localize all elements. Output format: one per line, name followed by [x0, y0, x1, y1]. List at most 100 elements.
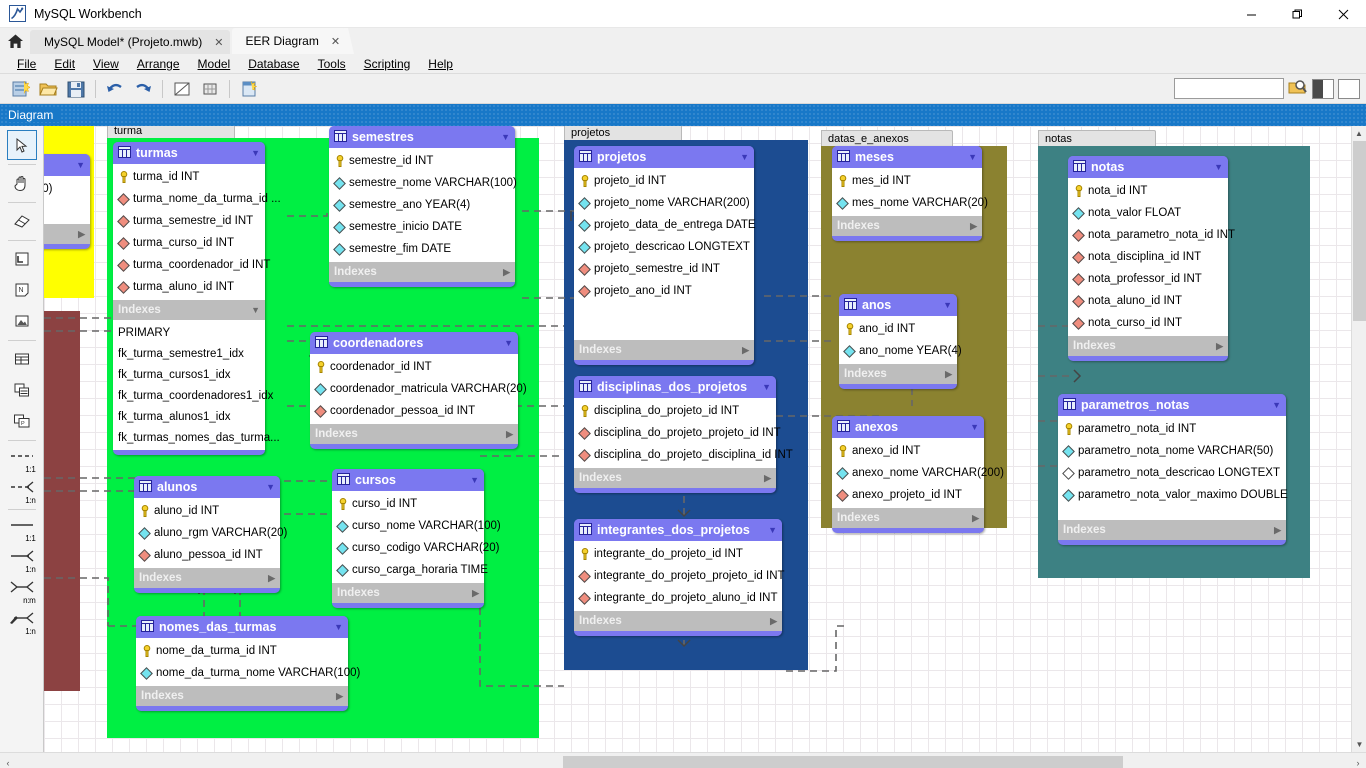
column-row[interactable]: integrante_do_projeto_aluno_id INT	[574, 587, 782, 609]
column-row[interactable]: nota_valor FLOAT	[1068, 202, 1228, 224]
view-tool[interactable]	[7, 375, 37, 405]
chevron-right-icon[interactable]: ▶	[1274, 525, 1281, 536]
column-row[interactable]: semestre_fim DATE	[329, 238, 515, 260]
table-parametros-notas[interactable]: parametros_notas ▼ parametro_nota_id INT…	[1058, 394, 1288, 545]
chevron-right-icon[interactable]: ▶	[78, 229, 85, 240]
save-model-icon[interactable]	[62, 76, 90, 102]
layer-tool[interactable]	[7, 244, 37, 274]
table-header[interactable]: alunos ▼	[134, 476, 280, 498]
indexes-section[interactable]: Indexes ▶	[574, 468, 776, 488]
minimize-button[interactable]	[1228, 0, 1274, 28]
column-row[interactable]: anexo_id INT	[832, 440, 984, 462]
toggle-sidebar-icon[interactable]	[1312, 78, 1334, 99]
indexes-section[interactable]: Indexes ▶	[136, 686, 348, 706]
column-row[interactable]: nome_da_turma_nome VARCHAR(100)	[136, 662, 360, 684]
table-header[interactable]: anos ▼	[839, 294, 957, 316]
pointer-tool[interactable]	[6, 130, 37, 160]
chevron-right-icon[interactable]: ▶	[945, 369, 952, 380]
chevron-down-icon[interactable]: ▼	[968, 152, 977, 162]
tab-mysql-model[interactable]: MySQL Model* (Projeto.mwb) ✕	[30, 30, 230, 54]
column-row[interactable]: curso_codigo VARCHAR(20)	[332, 537, 499, 559]
table-header[interactable]: meses ▼	[832, 146, 982, 168]
column-row[interactable]: nota_curso_id INT	[1068, 312, 1228, 334]
chevron-down-icon[interactable]: ▼	[1272, 400, 1281, 410]
column-row[interactable]: ano_nome YEAR(4)	[839, 340, 962, 362]
maroon-layer[interactable]	[44, 311, 80, 691]
table-header[interactable]: coordenadores ▼	[310, 332, 518, 354]
scroll-left-arrow[interactable]: ‹	[0, 758, 16, 768]
column-row[interactable]: parametro_nota_valor_maximo DOUBLE	[1058, 484, 1288, 506]
indexes-section[interactable]: ▶	[44, 224, 90, 244]
column-row[interactable]: coordenador_pessoa_id INT	[310, 400, 518, 422]
table-integrantes-dos-projetos[interactable]: integrantes_dos_projetos ▼ integrante_do…	[574, 519, 785, 636]
table-header[interactable]: disciplinas_dos_projetos ▼	[574, 376, 776, 398]
column-row[interactable]: AR(20)	[44, 178, 90, 200]
chevron-right-icon[interactable]: ▶	[506, 429, 513, 440]
chevron-down-icon[interactable]: ▼	[251, 305, 260, 315]
indexes-section[interactable]: Indexes ▼	[113, 300, 265, 320]
menu-scripting[interactable]: Scripting	[355, 55, 420, 73]
chevron-right-icon[interactable]: ▶	[472, 588, 479, 599]
home-icon[interactable]	[0, 28, 30, 54]
chevron-right-icon[interactable]: ▶	[764, 473, 771, 484]
chevron-right-icon[interactable]: ▶	[268, 573, 275, 584]
table-nomes-das-turmas[interactable]: nomes_das_turmas ▼ nome_da_turma_id INT …	[136, 616, 360, 711]
table-header[interactable]: projetos ▼	[574, 146, 754, 168]
note-tool[interactable]: N	[7, 275, 37, 305]
table-alunos[interactable]: alunos ▼ aluno_id INT aluno_rgm VARCHAR(…	[134, 476, 287, 593]
column-row[interactable]: projeto_semestre_id INT	[574, 258, 754, 280]
table-header[interactable]: anexos ▼	[832, 416, 984, 438]
indexes-section[interactable]: Indexes ▶	[574, 611, 782, 631]
table-notas[interactable]: notas ▼ nota_id INT nota_valor FLOAT not…	[1068, 156, 1235, 361]
column-row[interactable]: turma_nome_da_turma_id ...	[113, 188, 281, 210]
column-row[interactable]: integrante_do_projeto_id INT	[574, 543, 782, 565]
column-row[interactable]: coordenador_matricula VARCHAR(20)	[310, 378, 527, 400]
indexes-section[interactable]: Indexes ▶	[310, 424, 518, 444]
search-magnifier-icon[interactable]	[1288, 77, 1308, 100]
table-header[interactable]: notas ▼	[1068, 156, 1228, 178]
relationship-n-m-identifying[interactable]: n:m	[7, 575, 37, 605]
table-header[interactable]: semestres ▼	[329, 126, 515, 148]
chevron-down-icon[interactable]: ▼	[251, 148, 260, 158]
column-row[interactable]: semestre_inicio DATE	[329, 216, 515, 238]
undo-icon[interactable]	[101, 76, 129, 102]
chevron-down-icon[interactable]: ▼	[768, 525, 777, 535]
index-row[interactable]: fk_turma_coordenadores1_idx	[113, 385, 273, 406]
vertical-scroll-thumb[interactable]	[1353, 141, 1366, 321]
menu-file[interactable]: File	[8, 55, 45, 73]
column-row[interactable]: nota_aluno_id INT	[1068, 290, 1228, 312]
scroll-up-arrow[interactable]: ▲	[1352, 126, 1366, 141]
column-row[interactable]: nota_professor_id INT	[1068, 268, 1228, 290]
chevron-down-icon[interactable]: ▼	[266, 482, 275, 492]
column-row[interactable]: disciplina_do_projeto_disciplina_id INT	[574, 444, 793, 466]
column-row[interactable]: aluno_id INT	[134, 500, 280, 522]
chevron-down-icon[interactable]: ▼	[943, 300, 952, 310]
column-row[interactable]: nota_id INT	[1068, 180, 1228, 202]
column-row[interactable]: semestre_nome VARCHAR(100)	[329, 172, 517, 194]
table-anexos[interactable]: anexos ▼ anexo_id INT anexo_nome VARCHAR…	[832, 416, 1004, 533]
column-row[interactable]: nota_parametro_nota_id INT	[1068, 224, 1235, 246]
column-row[interactable]: projeto_data_de_entrega DATE	[574, 214, 756, 236]
toggle-secondary-sidebar-icon[interactable]	[1338, 78, 1360, 99]
close-icon[interactable]: ✕	[214, 36, 223, 49]
chevron-down-icon[interactable]: ▼	[762, 382, 771, 392]
column-row[interactable]: curso_nome VARCHAR(100)	[332, 515, 501, 537]
table-semestres[interactable]: semestres ▼ semestre_id INT semestre_nom…	[329, 126, 517, 287]
column-row[interactable]: projeto_descricao LONGTEXT	[574, 236, 754, 258]
menu-view[interactable]: View	[84, 55, 128, 73]
horizontal-scrollbar[interactable]: ‹ ›	[0, 752, 1366, 768]
column-row[interactable]: ano_id INT	[839, 318, 957, 340]
new-diagram-icon[interactable]	[235, 76, 263, 102]
column-row[interactable]: disciplina_do_projeto_id INT	[574, 400, 776, 422]
horizontal-scroll-track[interactable]	[16, 755, 1350, 768]
relationship-1-n-nonidentifying[interactable]: 1:n	[7, 475, 37, 505]
toggle-grid-icon[interactable]	[168, 76, 196, 102]
chevron-right-icon[interactable]: ▶	[770, 616, 777, 627]
column-row[interactable]: parametro_nota_nome VARCHAR(50)	[1058, 440, 1286, 462]
chevron-down-icon[interactable]: ▼	[76, 160, 85, 170]
vertical-scrollbar[interactable]: ▲ ▼	[1351, 126, 1366, 752]
menu-model[interactable]: Model	[189, 55, 240, 73]
column-row[interactable]: semestre_id INT	[329, 150, 515, 172]
column-row[interactable]: projeto_id INT	[574, 170, 754, 192]
column-row[interactable]: nome_da_turma_id INT	[136, 640, 348, 662]
